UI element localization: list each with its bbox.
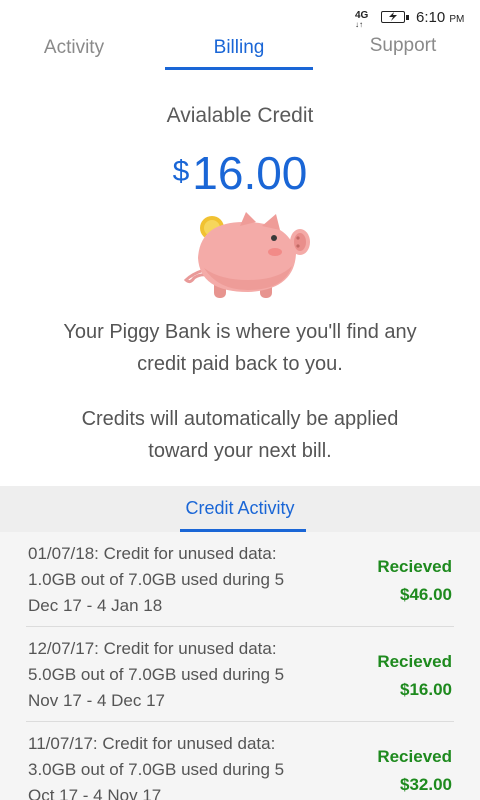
list-item[interactable]: 11/07/17: Credit for unused data: 3.0GB …	[26, 722, 454, 800]
tab-support[interactable]: Support	[350, 30, 456, 72]
credit-description: 12/07/17: Credit for unused data: 5.0GB …	[28, 636, 338, 714]
credits-applied-description: Credits will automatically be applied to…	[0, 403, 480, 467]
clock-ampm: PM	[449, 14, 465, 25]
credit-status: Recieved $16.00	[377, 648, 452, 704]
piggy-bank-description: Your Piggy Bank is where you'll find any…	[0, 316, 480, 380]
tab-billing[interactable]: Billing	[165, 30, 313, 72]
credit-amount: $16.00	[0, 146, 480, 200]
credit-description-line: 12/07/17: Credit for unused data:	[28, 639, 277, 658]
credit-description-line: 01/07/18: Credit for unused data:	[28, 544, 277, 563]
description-line: toward your next bill.	[148, 440, 332, 462]
currency-symbol: $	[172, 155, 190, 188]
tab-bar: Activity Billing Support	[0, 30, 480, 72]
credit-description-line: 1.0GB out of 7.0GB used during 5	[28, 570, 285, 589]
credit-description-line: Nov 17 - 4 Dec 17	[28, 691, 166, 710]
credit-activity-tab[interactable]: Credit Activity	[0, 498, 480, 519]
piggy-bank-icon	[178, 208, 318, 309]
description-line: Your Piggy Bank is where you'll find any	[63, 321, 417, 343]
description-line: credit paid back to you.	[137, 353, 343, 375]
list-item[interactable]: 01/07/18: Credit for unused data: 1.0GB …	[26, 532, 454, 627]
battery-charging-icon	[381, 11, 409, 23]
credit-description-line: 3.0GB out of 7.0GB used during 5	[28, 760, 285, 779]
credit-description: 01/07/18: Credit for unused data: 1.0GB …	[28, 541, 338, 619]
description-line: Credits will automatically be applied	[81, 408, 399, 430]
network-indicator: 4G ↓↑	[355, 11, 368, 30]
clock-time: 6:10	[416, 9, 446, 26]
list-item[interactable]: 12/07/17: Credit for unused data: 5.0GB …	[26, 627, 454, 722]
available-credit-title: Avialable Credit	[166, 104, 314, 127]
credit-description-line: Oct 17 - 4 Nov 17	[28, 786, 162, 800]
credit-status-label: Recieved	[377, 652, 452, 671]
credit-status: Recieved $32.00	[377, 743, 452, 799]
data-arrows-icon: ↓↑	[355, 20, 363, 29]
credit-status-label: Recieved	[377, 557, 452, 576]
credit-description: 11/07/17: Credit for unused data: 3.0GB …	[28, 731, 338, 800]
credit-value: 16.00	[192, 147, 308, 199]
credit-amount-value: $32.00	[400, 775, 452, 794]
credit-status-label: Recieved	[377, 747, 452, 766]
tab-activity[interactable]: Activity	[20, 30, 128, 72]
credit-description-line: 5.0GB out of 7.0GB used during 5	[28, 665, 285, 684]
credit-amount-value: $16.00	[400, 680, 452, 699]
credit-activity-header: Credit Activity	[0, 486, 480, 532]
credit-description-line: 11/07/17: Credit for unused data:	[28, 734, 276, 753]
credit-description-line: Dec 17 - 4 Jan 18	[28, 596, 163, 615]
credit-activity-list[interactable]: 01/07/18: Credit for unused data: 1.0GB …	[0, 532, 480, 800]
credit-status: Recieved $46.00	[377, 553, 452, 609]
tab-indicator	[165, 67, 313, 70]
clock: 6:10 PM	[416, 9, 464, 26]
credit-amount-value: $46.00	[400, 585, 452, 604]
